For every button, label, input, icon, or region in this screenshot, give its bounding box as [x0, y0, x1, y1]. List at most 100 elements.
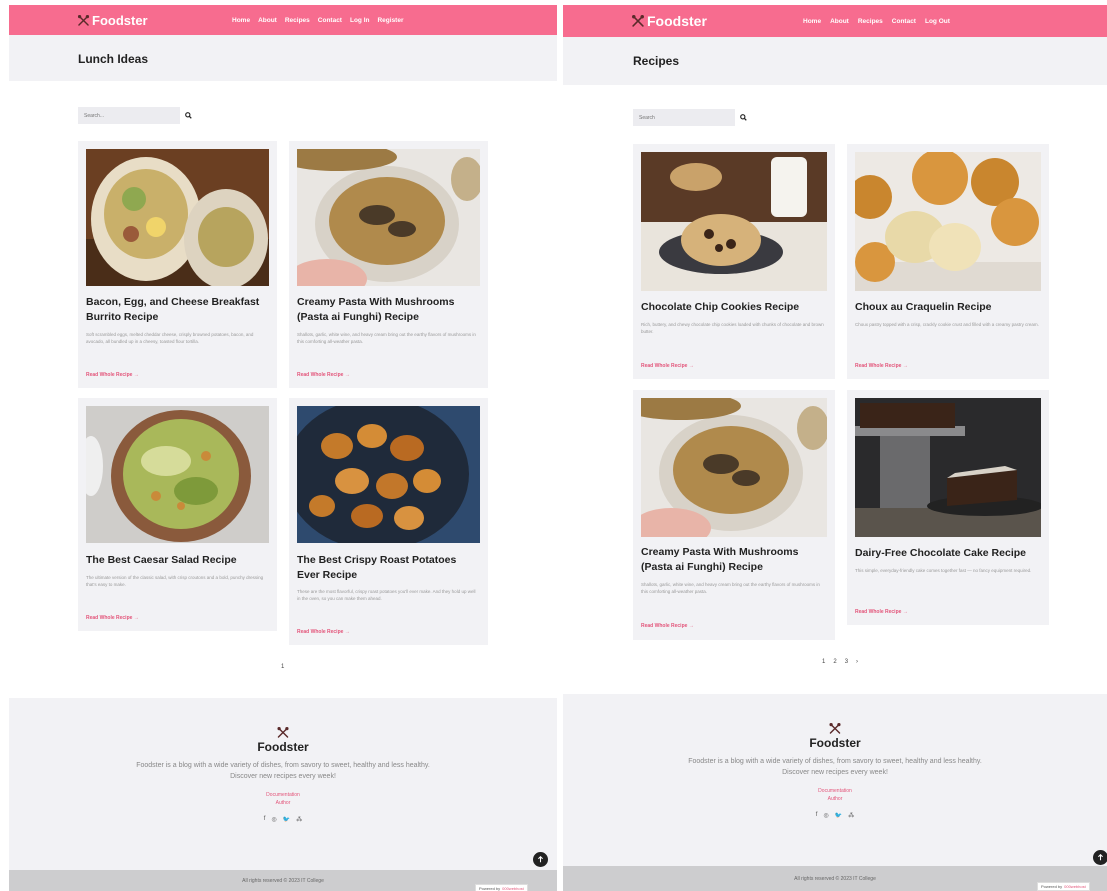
- read-recipe-link[interactable]: Read Whole Recipe →: [297, 629, 350, 635]
- roast-potatoes-image[interactable]: [297, 406, 480, 543]
- recipe-card: Bacon, Egg, and Cheese Breakfast Burrito…: [78, 141, 277, 388]
- card-description: This simple, everyday-friendly cake come…: [855, 568, 1032, 573]
- nav-contact[interactable]: Contact: [318, 17, 342, 24]
- twitter-icon[interactable]: 🐦: [835, 812, 842, 819]
- recipe-card: Choux au Craquelin Recipe Choux pastry t…: [847, 144, 1049, 379]
- search-button[interactable]: [738, 113, 748, 123]
- pasta-image[interactable]: [297, 149, 480, 286]
- utensils-icon: [77, 14, 90, 26]
- footer: Foodster Foodster is a blog with a wide …: [563, 694, 1107, 866]
- page-1[interactable]: 1: [281, 664, 284, 670]
- copyright-text: All rights reserved © 2023 IT College: [794, 875, 876, 882]
- social-links: f ◎ 🐦 ⁂: [9, 816, 557, 823]
- burrito-image[interactable]: [86, 149, 269, 286]
- page-2[interactable]: 2: [833, 659, 836, 665]
- card-title[interactable]: The Best Crispy Roast Potatoes Ever Reci…: [297, 553, 480, 583]
- navbar: Foodster Home About Recipes Contact Log …: [563, 5, 1107, 37]
- read-recipe-link[interactable]: Read Whole Recipe →: [855, 363, 908, 369]
- footer-link-author[interactable]: Author: [9, 800, 557, 806]
- footer-text: Foodster is a blog with a wide variety o…: [688, 758, 982, 776]
- read-recipe-link[interactable]: Read Whole Recipe →: [86, 615, 139, 621]
- search-bar: [633, 109, 748, 126]
- brand-logo[interactable]: Foodster: [77, 5, 148, 35]
- back-to-top-button[interactable]: [533, 852, 548, 867]
- card-title[interactable]: Creamy Pasta With Mushrooms (Pasta ai Fu…: [641, 545, 827, 575]
- brand-name: Foodster: [92, 12, 148, 28]
- powered-by-badge[interactable]: Powered by 000webhost: [475, 884, 528, 891]
- read-recipe-link[interactable]: Read Whole Recipe →: [855, 609, 908, 615]
- search-button[interactable]: [183, 111, 193, 121]
- footer-link-documentation[interactable]: Documentation: [9, 792, 557, 798]
- next-page-button[interactable]: ›: [856, 659, 858, 665]
- powered-brand: 000webhost: [1064, 884, 1086, 889]
- nav-recipes[interactable]: Recipes: [858, 18, 883, 25]
- card-title[interactable]: Creamy Pasta With Mushrooms (Pasta ai Fu…: [297, 295, 480, 325]
- nav-register[interactable]: Register: [377, 17, 403, 24]
- search-icon: [184, 112, 192, 119]
- page-title: Recipes: [633, 54, 680, 68]
- nav-menu: Home About Recipes Contact Log Out: [803, 5, 950, 37]
- instagram-icon[interactable]: ◎: [271, 816, 276, 823]
- read-recipe-link[interactable]: Read Whole Recipe →: [297, 372, 350, 378]
- card-description: The ultimate version of the classic sala…: [86, 575, 264, 587]
- sitemap-icon[interactable]: ⁂: [296, 816, 302, 823]
- back-to-top-button[interactable]: [1093, 850, 1107, 865]
- utensils-icon: [829, 722, 841, 734]
- facebook-icon[interactable]: f: [816, 812, 818, 819]
- nav-contact[interactable]: Contact: [892, 18, 916, 25]
- facebook-icon[interactable]: f: [264, 816, 266, 823]
- card-description: Rich, buttery, and chewy chocolate chip …: [641, 322, 824, 334]
- nav-about[interactable]: About: [830, 18, 849, 25]
- brand-logo[interactable]: Foodster: [631, 5, 707, 37]
- nav-home[interactable]: Home: [803, 18, 821, 25]
- recipe-card: The Best Caesar Salad Recipe The ultimat…: [78, 398, 277, 631]
- page-3[interactable]: 3: [845, 659, 848, 665]
- read-recipe-link[interactable]: Read Whole Recipe →: [641, 623, 694, 629]
- read-recipe-link[interactable]: Read Whole Recipe →: [86, 372, 139, 378]
- pagination: 1 2 3 ›: [822, 659, 858, 665]
- card-title[interactable]: Dairy-Free Chocolate Cake Recipe: [855, 546, 1041, 561]
- card-title[interactable]: Choux au Craquelin Recipe: [855, 300, 1041, 315]
- card-title[interactable]: Chocolate Chip Cookies Recipe: [641, 300, 827, 315]
- caesar-salad-image[interactable]: [86, 406, 269, 543]
- card-title[interactable]: Bacon, Egg, and Cheese Breakfast Burrito…: [86, 295, 269, 325]
- powered-label: Powered by: [479, 886, 501, 891]
- page-1[interactable]: 1: [822, 659, 825, 665]
- nav-home[interactable]: Home: [232, 17, 250, 24]
- search-input[interactable]: [78, 107, 180, 124]
- brand-name: Foodster: [647, 13, 707, 29]
- footer-brand: Foodster: [257, 740, 309, 754]
- title-bar: Lunch Ideas: [9, 35, 557, 81]
- choux-image[interactable]: [855, 152, 1041, 291]
- title-bar: Recipes: [563, 37, 1107, 85]
- instagram-icon[interactable]: ◎: [823, 812, 828, 819]
- nav-recipes[interactable]: Recipes: [285, 17, 310, 24]
- footer-link-documentation[interactable]: Documentation: [563, 788, 1107, 794]
- pagination: 1: [281, 664, 284, 670]
- recipe-card: Chocolate Chip Cookies Recipe Rich, butt…: [633, 144, 835, 379]
- arrow-up-icon: [538, 856, 543, 863]
- card-title[interactable]: The Best Caesar Salad Recipe: [86, 553, 269, 568]
- footer-text: Foodster is a blog with a wide variety o…: [136, 762, 430, 780]
- pasta-image[interactable]: [641, 398, 827, 537]
- copyright-bar: All rights reserved © 2023 IT College: [563, 866, 1107, 891]
- twitter-icon[interactable]: 🐦: [283, 816, 290, 823]
- cookies-image[interactable]: [641, 152, 827, 291]
- nav-login[interactable]: Log In: [350, 17, 370, 24]
- read-recipe-link[interactable]: Read Whole Recipe →: [641, 363, 694, 369]
- sitemap-icon[interactable]: ⁂: [848, 812, 854, 819]
- card-description: Shallots, garlic, white wine, and heavy …: [297, 332, 476, 344]
- card-description: Shallots, garlic, white wine, and heavy …: [641, 582, 820, 594]
- arrow-up-icon: [1098, 854, 1103, 861]
- nav-about[interactable]: About: [258, 17, 277, 24]
- footer-link-author[interactable]: Author: [563, 796, 1107, 802]
- nav-logout[interactable]: Log Out: [925, 18, 950, 25]
- search-input[interactable]: [633, 109, 735, 126]
- social-links: f ◎ 🐦 ⁂: [563, 812, 1107, 819]
- footer: Foodster Foodster is a blog with a wide …: [9, 698, 557, 870]
- powered-by-badge[interactable]: Powered by 000webhost: [1037, 882, 1090, 891]
- recipes-page: Foodster Home About Recipes Contact Log …: [563, 0, 1107, 891]
- search-bar: [78, 107, 193, 124]
- utensils-icon: [277, 726, 289, 738]
- chocolate-cake-image[interactable]: [855, 398, 1041, 537]
